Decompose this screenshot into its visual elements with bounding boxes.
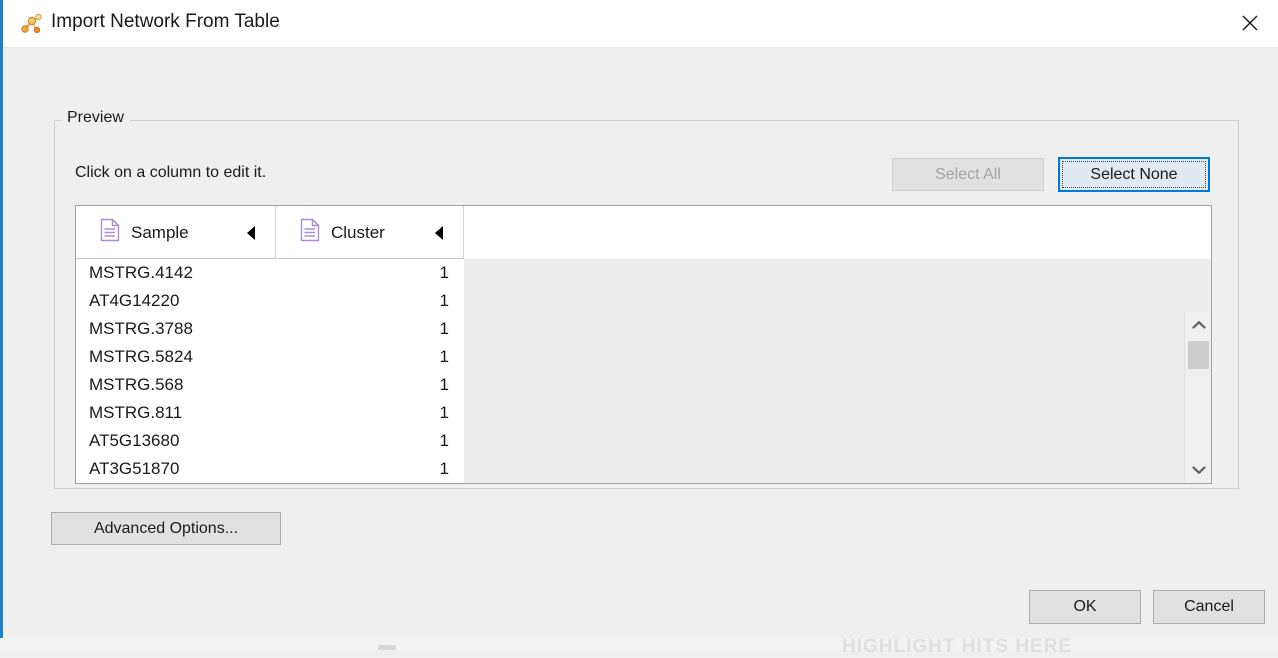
- close-icon: [1242, 15, 1258, 31]
- select-all-label: Select All: [935, 165, 1001, 183]
- table-row[interactable]: MSTRG.3788 1: [76, 315, 464, 343]
- preview-hint-text: Click on a column to edit it.: [75, 164, 267, 181]
- scroll-down-button[interactable]: [1185, 457, 1211, 483]
- cancel-button[interactable]: Cancel: [1153, 590, 1265, 624]
- column-header-sample[interactable]: Sample: [76, 206, 276, 259]
- column-header-label: Cluster: [331, 222, 385, 242]
- vertical-scrollbar[interactable]: [1184, 312, 1211, 483]
- title-bar: Import Network From Table: [3, 0, 1278, 48]
- triangle-left-icon[interactable]: [247, 225, 255, 240]
- cell-cluster: 1: [439, 347, 449, 366]
- scrollbar-thumb[interactable]: [1188, 341, 1209, 369]
- table-header-filler: [464, 206, 1211, 259]
- table-row[interactable]: MSTRG.568 1: [76, 371, 464, 399]
- cell-sample: MSTRG.811: [89, 403, 183, 422]
- cell-sample: AT3G51870: [89, 459, 180, 478]
- ok-button[interactable]: OK: [1029, 590, 1141, 624]
- ghost-heading: HIGHLIGHT HITS HERE: [842, 636, 1073, 657]
- chevron-up-icon: [1191, 321, 1206, 329]
- import-network-dialog: Import Network From Table Preview Click …: [0, 0, 1278, 638]
- column-header-cluster[interactable]: Cluster: [276, 206, 464, 259]
- table-row[interactable]: MSTRG.811 1: [76, 399, 464, 427]
- advanced-options-label: Advanced Options...: [93, 519, 239, 537]
- select-none-label: Select None: [1090, 165, 1178, 183]
- table-header-row: Sample Cluster: [76, 206, 1211, 259]
- cell-cluster: 1: [439, 459, 449, 478]
- preview-group-label: Preview: [61, 109, 130, 127]
- cell-sample: MSTRG.4142: [89, 263, 193, 282]
- table-row[interactable]: AT3G51870 1: [76, 455, 464, 483]
- cell-sample: MSTRG.568: [89, 375, 184, 394]
- cell-sample: MSTRG.5824: [89, 347, 193, 366]
- scroll-up-button[interactable]: [1185, 312, 1211, 338]
- cell-cluster: 1: [439, 319, 449, 338]
- document-icon: [300, 218, 320, 247]
- table-row[interactable]: AT4G14220 1: [76, 287, 464, 315]
- column-header-label: Sample: [131, 222, 189, 242]
- document-icon: [100, 218, 120, 247]
- network-import-icon: [19, 12, 43, 36]
- table-body: MSTRG.4142 1 AT4G14220 1 MSTRG.3788 1 MSTRG.58…: [76, 259, 1211, 483]
- cell-cluster: 1: [439, 375, 449, 394]
- cancel-label: Cancel: [1184, 598, 1234, 615]
- cell-cluster: 1: [439, 403, 449, 422]
- close-button[interactable]: [1222, 0, 1278, 46]
- advanced-options-button[interactable]: Advanced Options...: [51, 512, 281, 545]
- cell-cluster: 1: [439, 263, 449, 282]
- triangle-left-icon[interactable]: [435, 225, 443, 240]
- table-row[interactable]: AT5G13680 1: [76, 427, 464, 455]
- window-title: Import Network From Table: [51, 11, 280, 32]
- table-rows: MSTRG.4142 1 AT4G14220 1 MSTRG.3788 1 MSTRG.58…: [76, 259, 464, 483]
- ghost-mark: [378, 645, 396, 650]
- select-none-button[interactable]: Select None: [1058, 157, 1210, 192]
- select-all-button[interactable]: Select All: [892, 158, 1044, 191]
- chevron-down-icon: [1191, 466, 1206, 474]
- table-row[interactable]: MSTRG.4142 1: [76, 259, 464, 287]
- cell-sample: MSTRG.3788: [89, 319, 193, 338]
- table-row[interactable]: MSTRG.5824 1: [76, 343, 464, 371]
- cell-sample: AT5G13680: [89, 431, 180, 450]
- cell-cluster: 1: [439, 291, 449, 310]
- preview-table: Sample Cluster MSTRG.4142 1 AT4G14220 1 …: [75, 205, 1212, 484]
- cell-cluster: 1: [439, 431, 449, 450]
- cell-sample: AT4G14220: [89, 291, 180, 310]
- ok-label: OK: [1073, 598, 1097, 615]
